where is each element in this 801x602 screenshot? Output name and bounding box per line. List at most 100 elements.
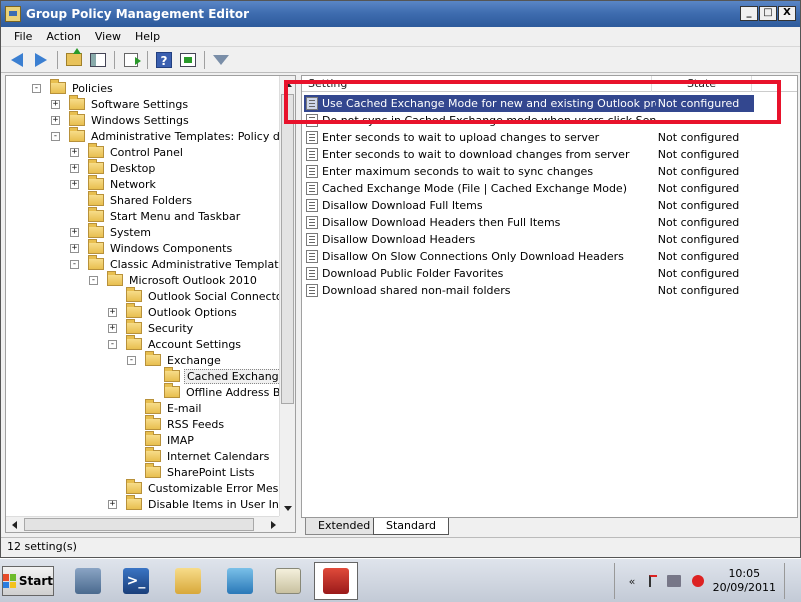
column-header-setting[interactable]: Setting — [302, 76, 652, 92]
close-button[interactable]: X — [778, 6, 796, 21]
collapse-icon[interactable]: - — [108, 339, 117, 349]
taskbar-gpme[interactable] — [314, 562, 358, 600]
tab-standard[interactable]: Standard — [373, 518, 450, 535]
policy-setting-icon — [306, 199, 318, 212]
tree-scroll-thumb[interactable] — [281, 94, 294, 404]
setting-name: Download shared non-mail folders — [322, 284, 511, 297]
scroll-left-arrow-icon[interactable] — [6, 517, 22, 532]
back-button[interactable] — [7, 50, 27, 70]
tab-extended[interactable]: Extended — [305, 518, 384, 535]
system-clock[interactable]: 10:05 20/09/2011 — [713, 567, 776, 595]
tree-node[interactable]: IMAP — [127, 431, 196, 448]
setting-row[interactable]: Disallow On Slow Connections Only Downlo… — [304, 248, 754, 265]
setting-row[interactable]: Disallow Download Headers Not configured — [304, 231, 754, 248]
action-center-flag-icon[interactable] — [649, 575, 657, 587]
tree-node[interactable]: - Microsoft Outlook 2010 — [89, 271, 259, 288]
setting-row[interactable]: Cached Exchange Mode (File | Cached Exch… — [304, 180, 754, 197]
tree-node[interactable]: + Network — [70, 175, 158, 192]
collapse-icon[interactable]: - — [89, 275, 98, 285]
expand-icon[interactable]: + — [70, 147, 79, 157]
menu-file[interactable]: File — [7, 30, 39, 43]
tree-node[interactable]: - Policies — [32, 79, 115, 96]
forward-button[interactable] — [31, 50, 51, 70]
expand-icon[interactable]: + — [108, 307, 117, 317]
tree-node[interactable]: SharePoint Lists — [127, 463, 257, 480]
taskbar-powershell[interactable]: >_ — [114, 562, 158, 600]
column-header-state[interactable]: State — [652, 76, 752, 92]
up-one-level-button[interactable] — [64, 48, 84, 70]
title-bar[interactable]: Group Policy Management Editor _ □ X — [1, 1, 800, 27]
maximize-button[interactable]: □ — [759, 6, 777, 21]
show-desktop-button[interactable] — [784, 563, 798, 599]
minimize-button[interactable]: _ — [740, 6, 758, 21]
setting-row[interactable]: Enter maximum seconds to wait to sync ch… — [304, 163, 754, 180]
tree-node[interactable]: + Outlook Options — [108, 303, 239, 320]
taskbar-explorer[interactable] — [166, 562, 210, 600]
tree-node[interactable]: + Disable Items in User Interfa — [108, 495, 295, 512]
tree-node-label: System — [110, 225, 152, 239]
expand-icon[interactable]: + — [70, 179, 79, 189]
menu-action[interactable]: Action — [39, 30, 87, 43]
export-list-button[interactable] — [121, 50, 141, 70]
tree-node[interactable]: + Desktop — [70, 159, 157, 176]
taskbar-notepad[interactable] — [266, 562, 310, 600]
collapse-icon[interactable]: - — [32, 83, 41, 93]
setting-row[interactable]: Do not sync in Cached Exchange mode when… — [304, 112, 754, 129]
show-hide-tree-button[interactable] — [88, 50, 108, 70]
tree-node[interactable]: Offline Address Boo — [146, 383, 295, 400]
expand-icon[interactable]: + — [108, 323, 117, 333]
tree-node[interactable]: + Software Settings — [51, 95, 190, 112]
tree-node[interactable]: + Windows Components — [70, 239, 234, 256]
start-button[interactable]: Start — [2, 566, 54, 596]
tree-node[interactable]: - Administrative Templates: Policy defini… — [51, 127, 295, 144]
filter-button[interactable] — [211, 50, 231, 70]
tree-node[interactable]: - Classic Administrative Templates (AD — [70, 255, 295, 272]
expand-icon[interactable]: + — [70, 243, 79, 253]
tree-node[interactable]: - Exchange — [127, 351, 223, 368]
tree-horizontal-scrollbar[interactable] — [6, 516, 281, 532]
tree-node[interactable]: + Windows Settings — [51, 111, 191, 128]
expand-icon[interactable]: + — [108, 499, 117, 509]
collapse-icon[interactable]: - — [51, 131, 60, 141]
setting-row[interactable]: Enter seconds to wait to upload changes … — [304, 129, 754, 146]
menu-view[interactable]: View — [88, 30, 128, 43]
tree-node[interactable]: + System — [70, 223, 153, 240]
tree-node[interactable]: + Security — [108, 319, 195, 336]
setting-row[interactable]: Use Cached Exchange Mode for new and exi… — [304, 95, 754, 112]
tree-vertical-scrollbar[interactable] — [279, 76, 295, 516]
network-icon[interactable] — [667, 575, 681, 587]
expand-icon[interactable]: + — [51, 115, 60, 125]
tree-hscroll-thumb[interactable] — [24, 518, 254, 531]
tree-node[interactable]: E-mail — [127, 399, 204, 416]
tree-node[interactable]: Shared Folders — [70, 191, 194, 208]
tree-node[interactable]: Internet Calendars — [127, 447, 271, 464]
tree-node[interactable]: Cached Exchange M — [146, 367, 295, 384]
tree-node[interactable]: + Control Panel — [70, 143, 185, 160]
expand-icon[interactable]: + — [51, 99, 60, 109]
collapse-icon[interactable]: - — [127, 355, 136, 365]
scroll-up-arrow-icon[interactable] — [280, 76, 295, 92]
volume-muted-icon[interactable] — [691, 575, 705, 587]
collapse-icon[interactable]: - — [70, 259, 79, 269]
expand-icon[interactable]: + — [70, 163, 79, 173]
setting-row[interactable]: Download Public Folder Favorites Not conf… — [304, 265, 754, 282]
help-button[interactable]: ? — [154, 50, 174, 70]
setting-row[interactable]: Disallow Download Headers then Full Item… — [304, 214, 754, 231]
setting-row[interactable]: Enter seconds to wait to download change… — [304, 146, 754, 163]
show-hidden-icons-chevron-icon[interactable]: « — [625, 575, 639, 588]
taskbar-control-panel[interactable] — [218, 562, 262, 600]
tree-node[interactable]: RSS Feeds — [127, 415, 226, 432]
scroll-down-arrow-icon[interactable] — [280, 500, 295, 516]
setting-row[interactable]: Disallow Download Full Items Not configur… — [304, 197, 754, 214]
menu-help[interactable]: Help — [128, 30, 167, 43]
console-tree-pane[interactable]: - Policies + Software Settings + Windows Sett… — [5, 75, 296, 533]
properties-button[interactable] — [178, 50, 198, 70]
expand-icon[interactable]: + — [70, 227, 79, 237]
tree-node[interactable]: - Account Settings — [108, 335, 243, 352]
settings-list-pane[interactable]: Setting State Use Cached Exchange Mode f… — [301, 75, 798, 533]
tree-node[interactable]: Outlook Social Connector — [108, 287, 289, 304]
tree-node[interactable]: Customizable Error Message — [108, 479, 295, 496]
taskbar-server-manager[interactable] — [66, 562, 110, 600]
tree-node[interactable]: Start Menu and Taskbar — [70, 207, 242, 224]
setting-row[interactable]: Download shared non-mail folders Not conf… — [304, 282, 754, 299]
